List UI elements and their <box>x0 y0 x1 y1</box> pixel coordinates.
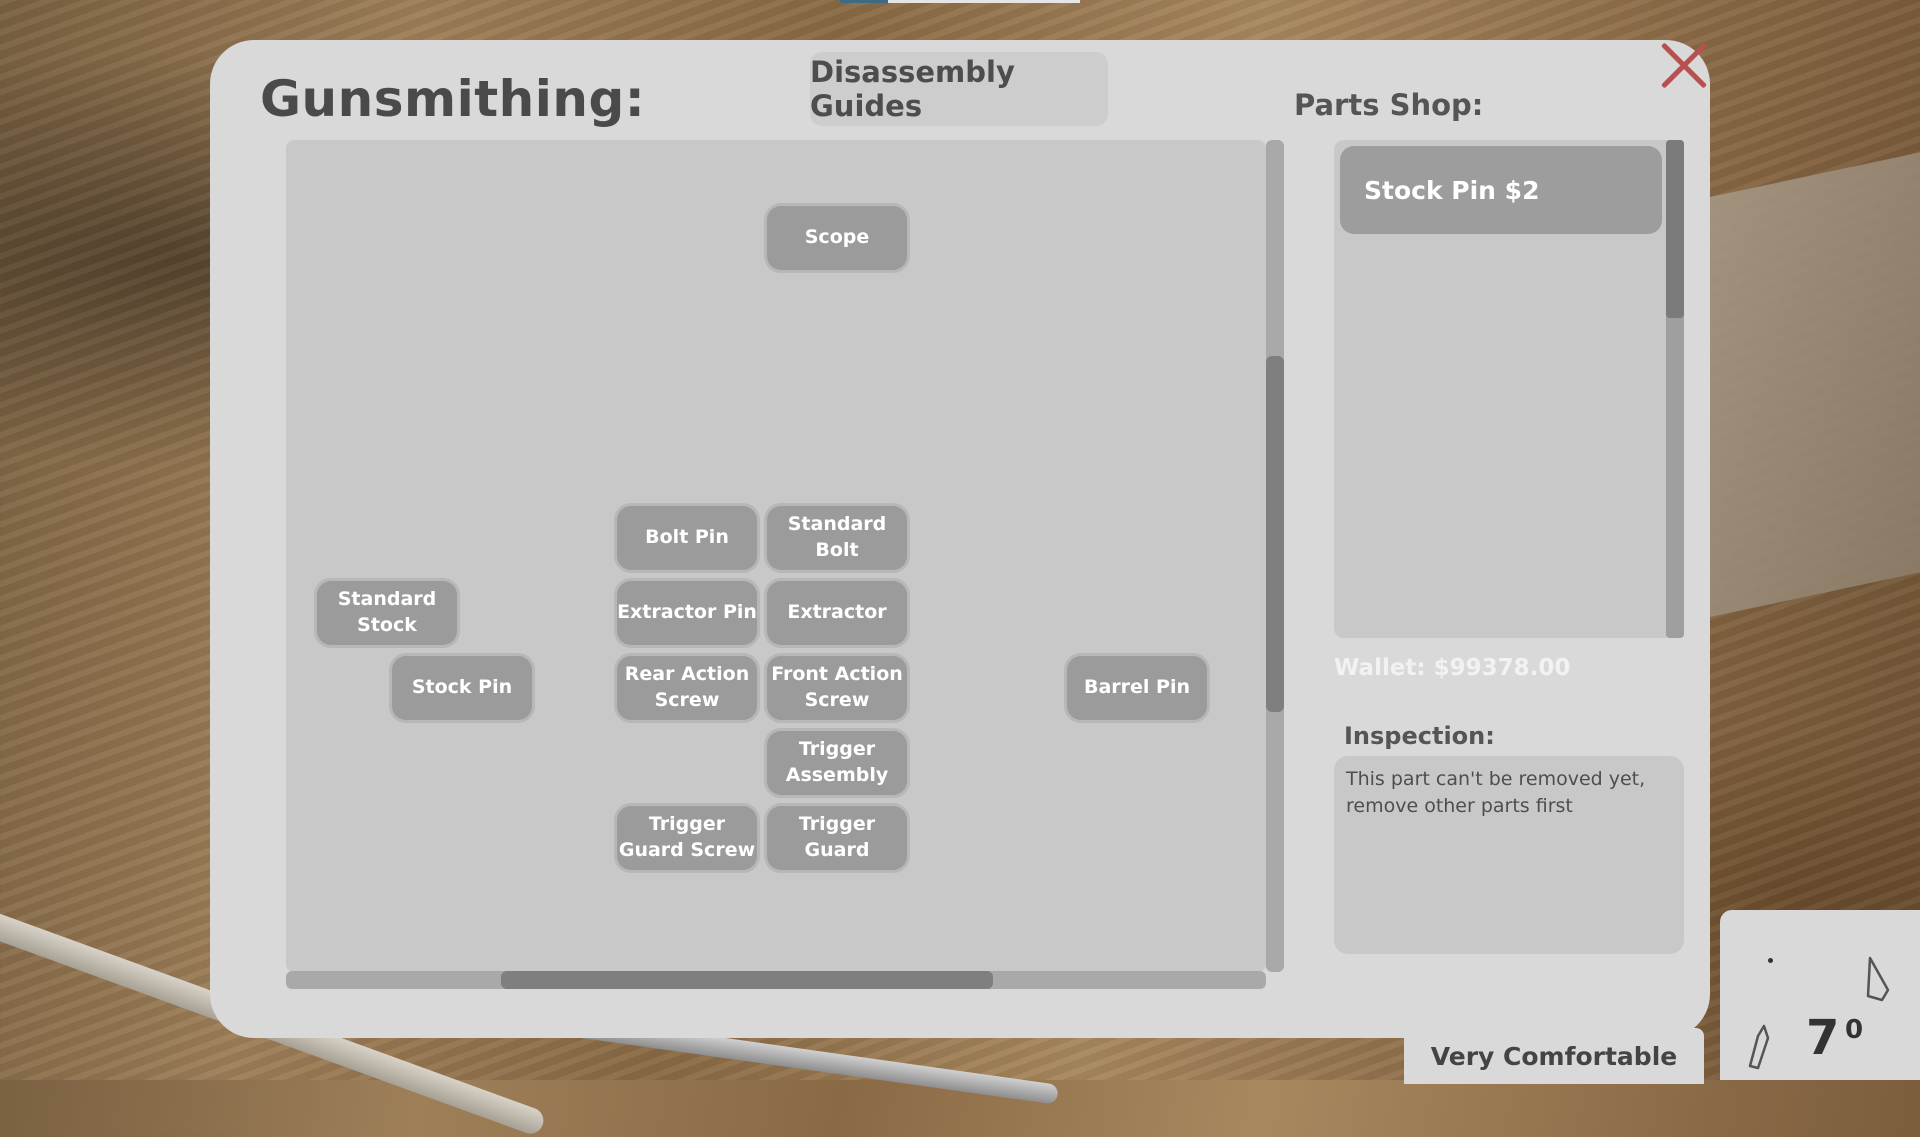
page-title: Gunsmithing: <box>260 70 645 128</box>
part-bolt-pin-button[interactable]: Bolt Pin <box>617 506 757 570</box>
part-standard-bolt-button[interactable]: Standard Bolt <box>767 506 907 570</box>
crosshair-dot-icon <box>1768 958 1773 963</box>
parts-shop-title: Parts Shop: <box>1294 88 1483 122</box>
workspace-horizontal-scrollbar[interactable] <box>286 971 1266 989</box>
feather-icon <box>1862 956 1892 1004</box>
ammo-reserve-count: 0 <box>1845 1015 1863 1045</box>
parts-shop-scroll-thumb[interactable] <box>1666 140 1684 318</box>
parts-shop-scrollbar[interactable] <box>1666 140 1684 638</box>
workspace-vertical-scroll-thumb[interactable] <box>1266 356 1284 712</box>
inspection-text: This part can't be removed yet, remove o… <box>1334 756 1684 954</box>
top-indicator-accent <box>840 0 888 3</box>
part-extractor-pin-button[interactable]: Extractor Pin <box>617 581 757 645</box>
bullet-icon <box>1746 1024 1772 1070</box>
parts-workspace[interactable]: Scope Bolt Pin Standard Bolt Standard St… <box>286 140 1266 972</box>
disassembly-guides-button[interactable]: Disassembly Guides <box>810 52 1108 126</box>
ammo-loaded-count: 7 <box>1806 1010 1839 1066</box>
part-scope-button[interactable]: Scope <box>767 206 907 270</box>
part-barrel-pin-button[interactable]: Barrel Pin <box>1067 656 1207 720</box>
part-trigger-assembly-button[interactable]: Trigger Assembly <box>767 731 907 795</box>
part-stock-pin-button[interactable]: Stock Pin <box>392 656 532 720</box>
comfort-status: Very Comfortable <box>1404 1028 1704 1084</box>
part-trigger-guard-button[interactable]: Trigger Guard <box>767 806 907 870</box>
wallet-balance: Wallet: $99378.00 <box>1334 655 1570 681</box>
part-front-action-screw-button[interactable]: Front Action Screw <box>767 656 907 720</box>
workspace-horizontal-scroll-thumb[interactable] <box>501 971 993 989</box>
workspace-vertical-scrollbar[interactable] <box>1266 140 1284 972</box>
part-standard-stock-button[interactable]: Standard Stock <box>317 581 457 645</box>
part-extractor-button[interactable]: Extractor <box>767 581 907 645</box>
part-trigger-guard-screw-button[interactable]: Trigger Guard Screw <box>617 806 757 870</box>
shop-item-stock-pin[interactable]: Stock Pin $2 <box>1340 146 1662 234</box>
close-icon[interactable] <box>1656 38 1712 94</box>
inspection-title: Inspection: <box>1344 722 1495 750</box>
part-rear-action-screw-button[interactable]: Rear Action Screw <box>617 656 757 720</box>
